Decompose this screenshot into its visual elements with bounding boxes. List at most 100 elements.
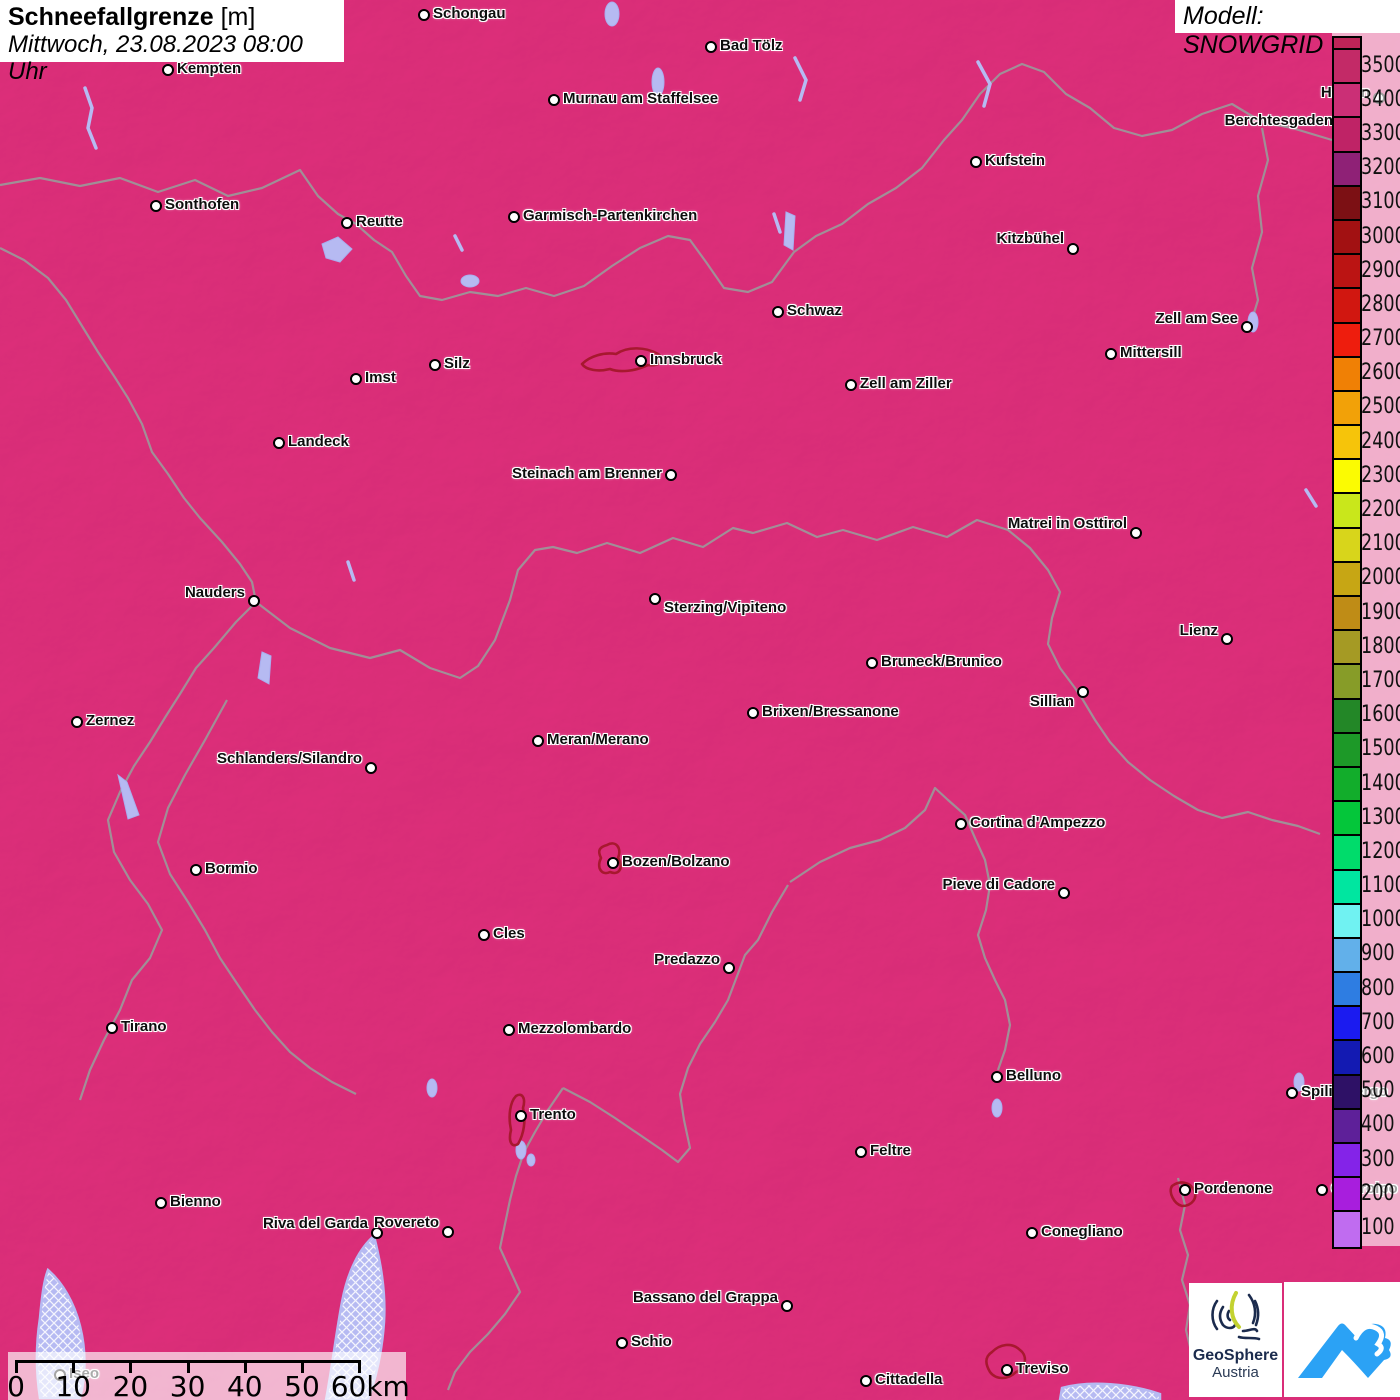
colorbar-segment: [1334, 1007, 1360, 1042]
city-dot: [955, 818, 967, 830]
city-label: Tirano: [121, 1018, 167, 1035]
colorbar-tick-label: 1400: [1361, 770, 1400, 796]
city-dot: [548, 94, 560, 106]
city-dot: [273, 437, 285, 449]
colorbar-segment: [1334, 870, 1360, 905]
colorbar-segment: [1334, 255, 1360, 290]
colorbar-segment: [1334, 767, 1360, 803]
colorbar-segment: [1334, 597, 1360, 632]
city-label: Reutte: [356, 213, 403, 230]
scalebar-label: 20: [112, 1370, 149, 1400]
scalebar-label: 0: [7, 1370, 25, 1400]
city-dot: [1179, 1184, 1191, 1196]
city-dot: [1130, 527, 1142, 539]
city-label: Trento: [530, 1106, 576, 1123]
city-dot: [970, 156, 982, 168]
scalebar-label: 10: [55, 1370, 92, 1400]
city-label: Meran/Merano: [547, 731, 649, 748]
colorbar-tick-label: 3100: [1361, 189, 1400, 215]
city-label: Treviso: [1016, 1360, 1069, 1377]
city-label: Feltre: [870, 1142, 911, 1159]
city-dot: [1077, 686, 1089, 698]
city-dot: [991, 1071, 1003, 1083]
city-dot: [508, 211, 520, 223]
city-label: Zell am Ziller: [860, 375, 952, 392]
city-label: Brixen/Bressanone: [762, 703, 899, 720]
colorbar: [1332, 36, 1362, 1249]
colorbar-segment: [1334, 699, 1360, 734]
colorbar-segment: [1334, 50, 1360, 85]
scalebar-label: 30: [169, 1370, 206, 1400]
city-dot: [649, 593, 661, 605]
scalebar: 0 10 20 30 40 50 60km: [7, 1352, 410, 1400]
city-dot: [772, 306, 784, 318]
colorbar-segment-partial: [1334, 38, 1360, 50]
city-label: Zernez: [86, 712, 135, 729]
city-dot: [1316, 1184, 1328, 1196]
city-label: Cles: [493, 925, 525, 942]
city-dot: [418, 9, 430, 21]
colorbar-segment: [1334, 1144, 1360, 1179]
city-label: Schio: [631, 1333, 672, 1350]
city-dot: [781, 1300, 793, 1312]
colorbar-segment: [1334, 357, 1360, 392]
colorbar-segment: [1334, 84, 1360, 119]
colorbar-tick-label: 800: [1361, 975, 1395, 1001]
city-dot: [71, 716, 83, 728]
colorbar-tick-label: 1800: [1361, 633, 1400, 659]
city-dot: [150, 200, 162, 212]
city-label: Garmisch-Partenkirchen: [523, 207, 698, 224]
colorbar-tick-label: 1700: [1361, 667, 1400, 693]
city-dot: [503, 1024, 515, 1036]
colorbar-segment: [1334, 802, 1360, 837]
city-label: Schlanders/Silandro: [216, 750, 362, 767]
city-dot: [1286, 1087, 1298, 1099]
colorbar-tick-label: 2400: [1361, 428, 1400, 454]
city-label: Bassano del Grappa: [632, 1289, 778, 1306]
city-dot: [1067, 243, 1079, 255]
city-dot: [478, 929, 490, 941]
city-label: Conegliano: [1041, 1223, 1123, 1240]
city-dot: [1221, 633, 1233, 645]
city-label: Silz: [444, 355, 470, 372]
city-label: Cortina d'Ampezzo: [970, 814, 1106, 831]
city-dot: [860, 1375, 872, 1387]
city-dot: [616, 1337, 628, 1349]
rivers: [83, 56, 1318, 582]
scalebar-label: 60km: [330, 1370, 410, 1400]
colorbar-segment: [1334, 391, 1360, 427]
colorbar-tick-label: 1200: [1361, 838, 1400, 864]
city-label: Zell am See: [1155, 310, 1238, 327]
colorbar-segment: [1334, 938, 1360, 974]
city-dot: [532, 735, 544, 747]
city-label: Predazzo: [654, 951, 720, 968]
colorbar-segment: [1334, 220, 1360, 256]
city-label: Bormio: [205, 860, 258, 877]
city-dot: [665, 469, 677, 481]
colorbar-tick-label: 2000: [1361, 565, 1400, 591]
city-dot: [635, 355, 647, 367]
colorbar-tick-label: 3500: [1361, 52, 1400, 78]
avalanche-mountain-logo: [1284, 1282, 1400, 1397]
city-label: Steinach am Brenner: [511, 465, 662, 482]
city-label: Kitzbühel: [996, 230, 1065, 247]
colorbar-tick-label: 200: [1361, 1180, 1395, 1206]
colorbar-segment: [1334, 1212, 1360, 1247]
colorbar-segment: [1334, 631, 1360, 666]
city-dot: [866, 657, 878, 669]
colorbar-tick-label: 2600: [1361, 360, 1400, 386]
colorbar-tick-label: 3300: [1361, 120, 1400, 146]
colorbar-tick-label: 1600: [1361, 702, 1400, 728]
city-label: Bad Tölz: [720, 37, 783, 54]
city-label: Sillian: [1029, 693, 1074, 710]
city-label: Sonthofen: [165, 196, 240, 213]
city-label: Pordenone: [1194, 1180, 1273, 1197]
colorbar-labels: 3500 3400 3300 3200 3100 3000 2900 2800 2700 2600…: [1361, 48, 1400, 1245]
colorbar-tick-label: 1300: [1361, 804, 1400, 830]
colorbar-segment: [1334, 733, 1360, 768]
city-label: Schwaz: [787, 302, 843, 319]
colorbar-segment: [1334, 426, 1360, 461]
city-label: Matrei in Osttirol: [1007, 515, 1127, 532]
colorbar-tick-label: 1000: [1361, 907, 1400, 933]
colorbar-tick-label: 300: [1361, 1146, 1395, 1172]
